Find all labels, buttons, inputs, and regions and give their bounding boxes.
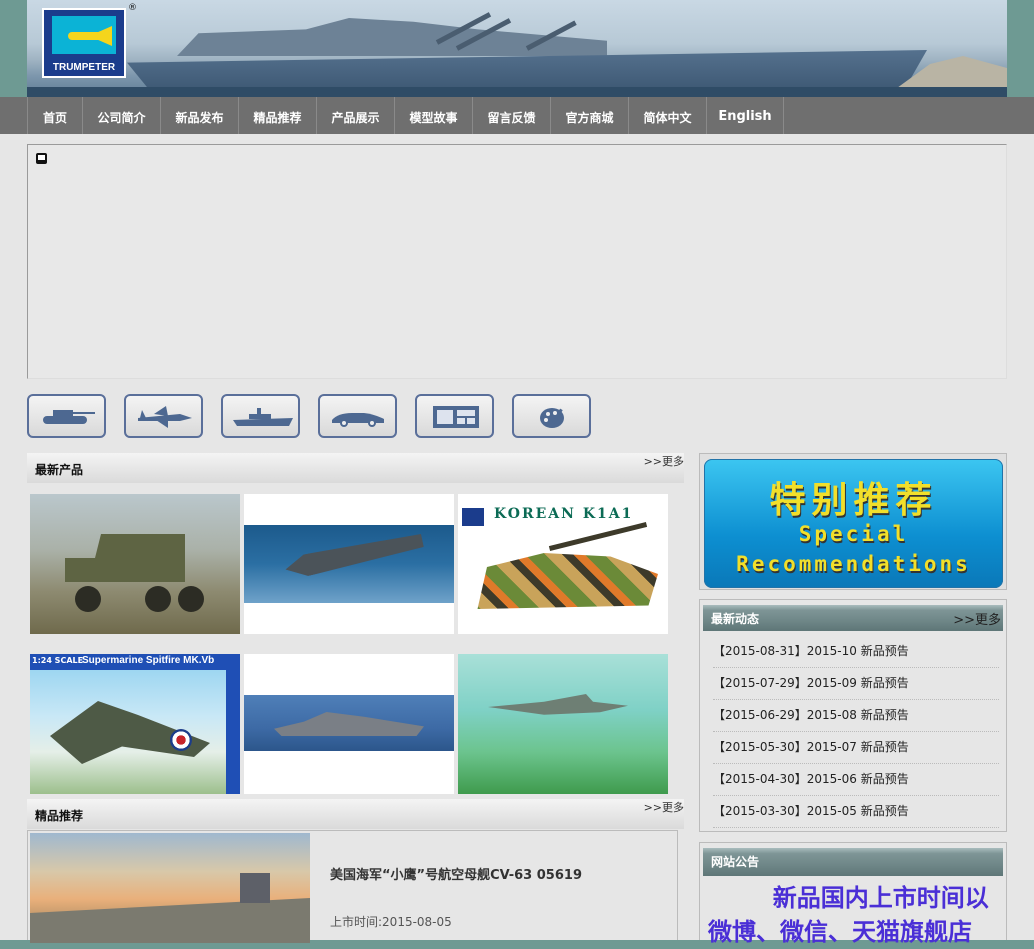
- special-en-line2: Recommendations: [736, 552, 971, 576]
- category-ship-button[interactable]: [221, 394, 300, 438]
- k1a1-box-label: KOREAN K1A1: [494, 506, 634, 522]
- latest-news-panel: 最新动态 >>更多 【2015-08-31】2015-10 新品预告 【2015…: [699, 599, 1007, 832]
- product-thumb-spitfire[interactable]: 1:24 SCALE Supermarine Spitfire MK.Vb: [30, 654, 240, 794]
- news-item[interactable]: 【2015-03-30】2015-05 新品预告: [713, 796, 999, 828]
- nav-new-release[interactable]: 新品发布: [160, 97, 238, 134]
- latest-news-title: 最新动态: [711, 612, 760, 626]
- logo-background: [52, 16, 116, 54]
- product-thumb-destroyer[interactable]: [244, 494, 454, 634]
- roundel-icon: [170, 729, 192, 751]
- gallery-icon: [433, 406, 479, 428]
- sea-water: [27, 87, 1007, 97]
- category-gallery-button[interactable]: [415, 394, 494, 438]
- main-nav: 首页 公司简介 新品发布 精品推荐 产品展示 模型故事 留言反馈 官方商城 简体…: [0, 97, 1034, 134]
- nav-about[interactable]: 公司简介: [82, 97, 160, 134]
- box-side-bar: [226, 670, 240, 794]
- product-thumb-cruiser[interactable]: [244, 654, 454, 794]
- site-notice-panel: 网站公告 新品国内上市时间以微博、微信、天猫旗舰店: [699, 842, 1007, 946]
- car-icon: [332, 413, 384, 427]
- category-aircraft-button[interactable]: [124, 394, 203, 438]
- nav-home[interactable]: 首页: [27, 97, 82, 134]
- site-notice-title: 网站公告: [711, 855, 760, 869]
- news-item[interactable]: 【2015-04-30】2015-06 新品预告: [713, 764, 999, 796]
- product-thumb-jet-fighter[interactable]: [458, 654, 668, 794]
- trumpet-bell-icon: [96, 26, 112, 46]
- nav-english[interactable]: English: [706, 97, 784, 134]
- jet-icon: [138, 406, 192, 428]
- special-en-text: Special Recommendations: [704, 519, 1003, 579]
- featured-more-link[interactable]: >>更多: [644, 799, 684, 815]
- spitfire-plane: [50, 701, 210, 764]
- featured-header: 精品推荐 >>更多: [27, 799, 684, 829]
- tank-camo: [477, 553, 658, 609]
- featured-item-title[interactable]: 美国海军“小鹰”号航空母舰CV-63 05619: [330, 864, 582, 883]
- featured-item: 美国海军“小鹰”号航空母舰CV-63 05619 上市时间:2015-08-05: [27, 830, 678, 943]
- trumpeter-mini-logo: [462, 508, 484, 526]
- registered-mark: ®: [128, 3, 137, 13]
- category-car-button[interactable]: [318, 394, 397, 438]
- site-notice-text: 新品国内上市时间以微博、微信、天猫旗舰店: [708, 884, 989, 946]
- nav-feedback[interactable]: 留言反馈: [472, 97, 550, 134]
- product-thumb-k1a1-tank[interactable]: KOREAN K1A1: [458, 494, 668, 634]
- paint-palette-icon: [540, 408, 564, 428]
- news-item[interactable]: 【2015-05-30】2015-07 新品预告: [713, 732, 999, 764]
- nav-store[interactable]: 官方商城: [550, 97, 628, 134]
- header-banner: TRUMPETER ®: [27, 0, 1007, 97]
- ship-hull: [127, 50, 927, 92]
- category-paint-button[interactable]: [512, 394, 591, 438]
- featured-item-date: 上市时间:2015-08-05: [330, 915, 452, 929]
- news-item[interactable]: 【2015-06-29】2015-08 新品预告: [713, 700, 999, 732]
- spitfire-box-label: Supermarine Spitfire MK.Vb: [82, 655, 215, 666]
- latest-news-more-link[interactable]: >>更多: [953, 609, 1001, 628]
- jet-plane: [488, 694, 628, 715]
- category-tank-button[interactable]: [27, 394, 106, 438]
- latest-products-header: 最新产品 >>更多: [27, 453, 684, 483]
- truck-wheel: [75, 586, 101, 612]
- product-thumb-rocket-truck[interactable]: [30, 494, 240, 634]
- nav-stories[interactable]: 模型故事: [394, 97, 472, 134]
- featured-title: 精品推荐: [35, 809, 84, 823]
- special-en-line1: Special: [798, 522, 909, 546]
- news-list: 【2015-08-31】2015-10 新品预告 【2015-07-29】201…: [713, 636, 999, 828]
- tank-barrel: [548, 521, 648, 552]
- plugin-icon: [36, 153, 47, 164]
- featured-item-image[interactable]: [30, 833, 310, 943]
- special-recommendations-banner[interactable]: 特别推荐 Special Recommendations: [704, 459, 1003, 588]
- site-notice-header: 网站公告: [703, 848, 1003, 876]
- latest-products-more-link[interactable]: >>更多: [644, 453, 684, 469]
- truck-wheel: [145, 586, 171, 612]
- carrier-island: [240, 873, 270, 903]
- news-item[interactable]: 【2015-07-29】2015-09 新品预告: [713, 668, 999, 700]
- truck-wheel: [178, 586, 204, 612]
- flash-banner-area[interactable]: [27, 144, 1007, 379]
- nav-recommended[interactable]: 精品推荐: [238, 97, 316, 134]
- spitfire-scale-label: 1:24 SCALE: [32, 656, 84, 665]
- trumpeter-logo[interactable]: TRUMPETER: [42, 8, 126, 78]
- nav-products[interactable]: 产品展示: [316, 97, 394, 134]
- news-item[interactable]: 【2015-08-31】2015-10 新品预告: [713, 636, 999, 668]
- special-recommendations-panel: 特别推荐 Special Recommendations: [699, 453, 1007, 590]
- warship-icon: [233, 408, 293, 426]
- logo-text: TRUMPETER: [52, 62, 116, 73]
- tank-icon: [43, 410, 95, 424]
- nav-simplified-chinese[interactable]: 简体中文: [628, 97, 706, 134]
- latest-products-title: 最新产品: [35, 463, 84, 477]
- truck-body: [65, 534, 185, 582]
- special-cn-text: 特别推荐: [769, 480, 938, 521]
- latest-news-header: 最新动态 >>更多: [703, 605, 1003, 631]
